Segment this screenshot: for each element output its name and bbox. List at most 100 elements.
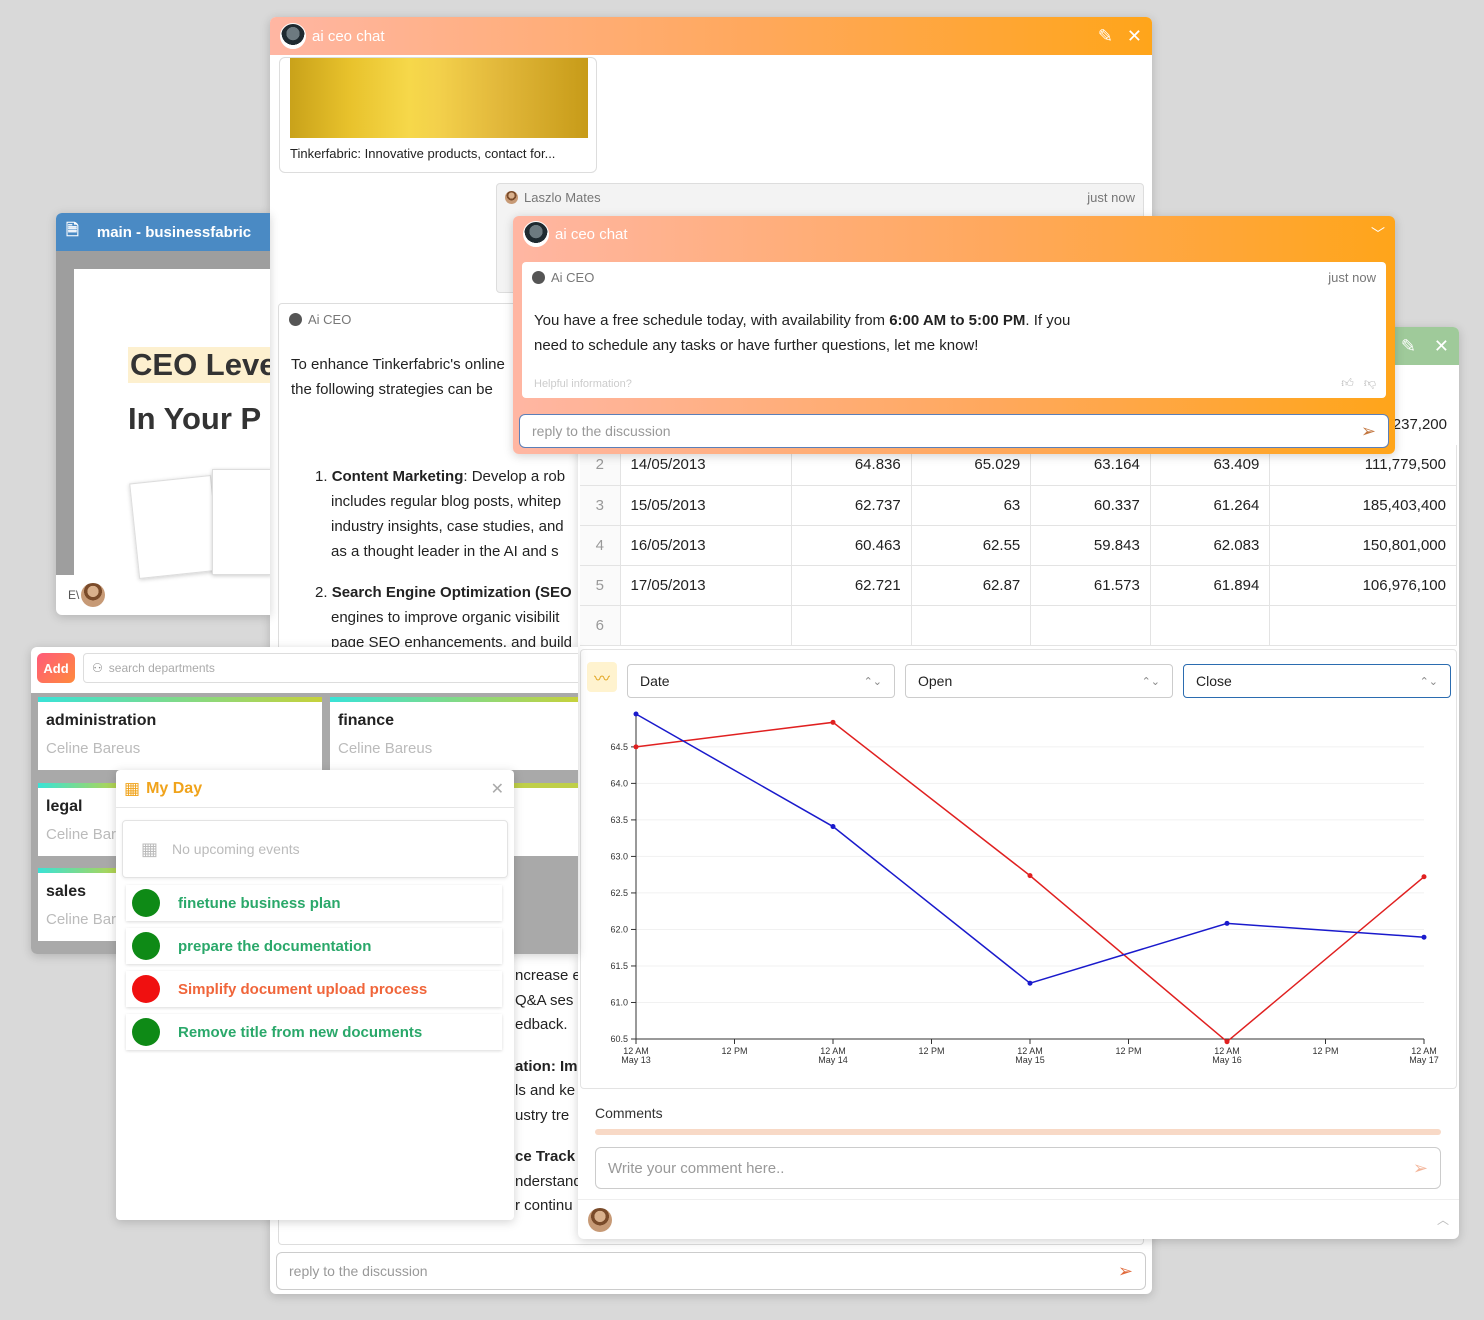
chevron-up-icon[interactable]: ︿	[1437, 1211, 1449, 1228]
y2-select[interactable]: Close ⌃⌄	[1183, 664, 1451, 698]
task-status-dot[interactable]	[132, 975, 160, 1003]
table-row[interactable]: 3 15/05/2013 62.737 63 60.337 61.264 185,403,4…	[580, 485, 1457, 526]
front-reply-input[interactable]: reply to the discussion ➢	[519, 414, 1389, 448]
my-day-close-icon[interactable]: ✕	[491, 779, 504, 799]
table-row[interactable]: 4 16/05/2013 60.463 62.55 59.843 62.083 150,80…	[580, 525, 1457, 566]
x-tick-label: 12 PM	[1115, 1046, 1141, 1056]
empty-calendar-icon: ▦	[141, 838, 159, 859]
back-reply-placeholder: reply to the discussion	[289, 1263, 428, 1279]
data-point	[633, 744, 639, 750]
link-preview-card[interactable]: Tinkerfabric: Innovative products, conta…	[279, 57, 597, 173]
document-canvas: CEO Leve In Your P	[56, 251, 270, 580]
data-point	[1421, 874, 1427, 880]
task-item[interactable]: finetune business plan	[126, 885, 502, 921]
people-icon: ⚇	[92, 661, 103, 675]
department-card-finance[interactable]: finance Celine Bareus	[330, 697, 578, 770]
x-axis-select-value: Date	[640, 673, 670, 689]
cell: 62.87	[911, 565, 1032, 606]
data-point	[1224, 1039, 1230, 1045]
list-item-2-title: Search Engine Optimization (SEO	[331, 584, 572, 601]
cell	[791, 605, 912, 646]
department-person: Celine Bar	[46, 826, 117, 843]
series-line-0	[635, 721, 1425, 1043]
bot-avatar	[280, 23, 306, 49]
close-icon[interactable]: ✕	[1127, 26, 1142, 47]
ai-intro-line: To enhance Tinkerfabric's online	[291, 356, 505, 373]
department-search-input[interactable]: ⚇ search departments	[83, 653, 578, 683]
department-card-legal[interactable]: legal Celine Bar	[38, 783, 128, 856]
date-cell: 17/05/2013	[620, 565, 793, 606]
list-item-1-line-3: industry insights, case studies, and	[331, 518, 564, 535]
task-item[interactable]: Remove title from new documents	[126, 1014, 502, 1050]
task-item[interactable]: prepare the documentation	[126, 928, 502, 964]
y-tick-label: 61.0	[610, 997, 628, 1007]
department-person: Celine Bar	[46, 911, 117, 928]
department-card-sales[interactable]: sales Celine Bar	[38, 868, 128, 941]
back-reply-input[interactable]: reply to the discussion ➢	[276, 1252, 1146, 1290]
task-status-dot[interactable]	[132, 889, 160, 917]
comment-send-icon[interactable]: ➢	[1413, 1158, 1428, 1179]
document-heading-1: CEO Leve	[128, 347, 270, 383]
thumbs-up-icon[interactable]: 👍︎	[1341, 376, 1354, 391]
text-fragment-4: ation: Im	[515, 1057, 578, 1075]
text-fragment-7: ce Track	[515, 1148, 576, 1165]
front-ai-message: Ai CEO just now You have a free schedule…	[522, 262, 1386, 398]
row-number: 4	[580, 525, 621, 566]
front-message-author: Ai CEO	[551, 270, 595, 285]
data-point	[1027, 980, 1033, 986]
document-heading-2: In Your P	[128, 401, 262, 436]
y-tick-label: 61.5	[610, 961, 628, 971]
front-chat-titlebar: ai ceo chat ﹀	[513, 216, 1395, 252]
y1-select[interactable]: Open ⌃⌄	[905, 664, 1173, 698]
front-message-time: just now	[1328, 270, 1376, 285]
events-box: ▦ No upcoming events	[122, 820, 508, 878]
data-edit-icon[interactable]: ✎	[1401, 336, 1416, 357]
add-department-button[interactable]: Add	[37, 653, 75, 683]
ai-message-author: Ai CEO	[308, 312, 352, 327]
my-day-header: ▦ My Day ✕	[116, 770, 514, 808]
front-reply-placeholder: reply to the discussion	[532, 423, 671, 439]
document-footer: E\	[56, 575, 270, 615]
task-status-dot[interactable]	[132, 1018, 160, 1046]
text-fragment-6: ustry tre	[515, 1106, 570, 1124]
thumbs-down-icon[interactable]: 👎︎	[1364, 376, 1376, 391]
document-illustration	[129, 469, 270, 580]
edit-icon[interactable]: ✎	[1098, 26, 1113, 47]
x-axis-select[interactable]: Date ⌃⌄	[627, 664, 895, 698]
footer-initials: E\	[68, 588, 80, 602]
table-row[interactable]: 5 17/05/2013 62.721 62.87 61.573 61.894 106,97…	[580, 565, 1457, 606]
front-chat-title: ai ceo chat	[555, 225, 628, 243]
cell	[1269, 605, 1457, 646]
list-item-1-line-2: includes regular blog posts, whitep	[331, 493, 562, 510]
send-icon[interactable]: ➢	[1118, 1261, 1133, 1282]
line-chart: 60.561.061.562.062.563.063.564.064.512 A…	[610, 711, 1439, 1065]
table-row[interactable]: 6	[580, 605, 1457, 646]
user-message-author: Laszlo Mates	[524, 190, 601, 205]
department-card-partial	[511, 783, 578, 856]
front-send-icon[interactable]: ➢	[1361, 421, 1376, 442]
comment-input[interactable]: Write your comment here.. ➢	[595, 1147, 1441, 1189]
document-title: main - businessfabric	[96, 223, 252, 241]
data-point	[830, 719, 836, 725]
x-tick-label: May 13	[621, 1055, 651, 1065]
comment-placeholder: Write your comment here..	[608, 1159, 785, 1177]
data-close-icon[interactable]: ✕	[1434, 336, 1449, 357]
x-tick-label: 12 PM	[918, 1046, 944, 1056]
task-status-dot[interactable]	[132, 932, 160, 960]
chevron-down-icon[interactable]: ﹀	[1371, 224, 1385, 244]
department-card-administration[interactable]: administration Celine Bareus	[38, 697, 322, 770]
back-chat-titlebar: ai ceo chat ✎ ✕	[270, 17, 1152, 55]
cell: 62.55	[911, 525, 1032, 566]
cell: 106,976,100	[1269, 565, 1457, 606]
department-name: sales	[46, 883, 87, 900]
task-item[interactable]: Simplify document upload process	[126, 971, 502, 1007]
back-chat-title: ai ceo chat	[312, 27, 385, 45]
chart-type-button[interactable]: 〰	[587, 662, 617, 692]
data-table: 2 14/05/2013 64.836 65.029 63.164 63.409 111,7…	[580, 445, 1457, 646]
y-tick-label: 62.0	[610, 924, 628, 934]
bot-mini-avatar	[289, 313, 302, 326]
cell	[911, 605, 1032, 646]
data-point	[1224, 920, 1230, 926]
x-tick-label: 12 PM	[721, 1046, 747, 1056]
comments-label: Comments	[595, 1105, 663, 1121]
